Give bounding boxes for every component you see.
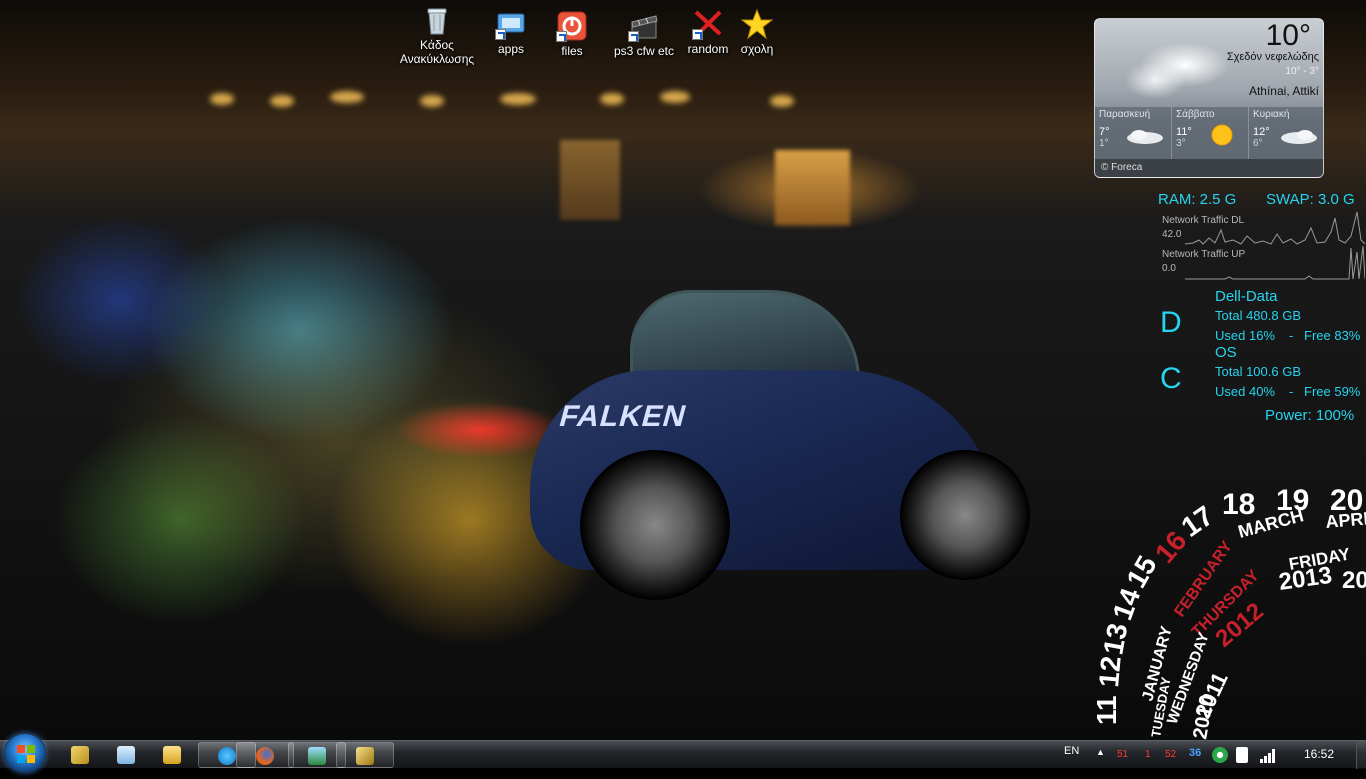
notepad-icon bbox=[117, 746, 135, 764]
power-level: Power: 100% bbox=[1265, 407, 1355, 424]
calendar-year: 2013 bbox=[1277, 562, 1334, 596]
clock[interactable]: 16:52 bbox=[1304, 747, 1334, 761]
taskbar-folder[interactable] bbox=[144, 742, 202, 768]
show-desktop-button[interactable] bbox=[1356, 741, 1366, 769]
taskbar-firefox[interactable] bbox=[236, 742, 294, 768]
drive-c-separator: - bbox=[1289, 384, 1294, 399]
calendar-day-number: 18 bbox=[1222, 488, 1255, 521]
weather-temperature: 10° bbox=[1265, 19, 1311, 52]
language-indicator[interactable]: EN bbox=[1064, 745, 1079, 757]
clapper-shortcut-icon bbox=[628, 10, 660, 42]
show-hidden-icons-button[interactable]: ▲ bbox=[1096, 747, 1105, 757]
wallpaper-car: FALKEN bbox=[520, 290, 1030, 620]
tray-counter[interactable]: 1 bbox=[1145, 749, 1151, 760]
weather-location[interactable]: Athínai, Attikí bbox=[1249, 84, 1319, 98]
tray-counter[interactable]: 51 bbox=[1117, 749, 1128, 760]
drive-d-name: Dell-Data bbox=[1215, 288, 1278, 305]
tray-counter[interactable]: 36 bbox=[1189, 747, 1201, 759]
drive-d-used: Used 16% bbox=[1215, 328, 1275, 343]
drive-d-free: Free 83% bbox=[1304, 328, 1361, 343]
weather-range: 10° - 3° bbox=[1285, 66, 1319, 77]
drive-c-name: OS bbox=[1215, 344, 1237, 361]
drive-c-total: Total 100.6 GB bbox=[1215, 364, 1301, 379]
folder-icon bbox=[163, 746, 181, 764]
forecast-day-name: Κυριακή bbox=[1253, 109, 1290, 120]
desktop: FALKEN Κάδος Ανακύκλωσης apps files ps3 … bbox=[0, 0, 1366, 740]
forecast-day-name: Παρασκευή bbox=[1099, 109, 1151, 120]
weather-description: Σχεδόν νεφελώδης bbox=[1226, 51, 1319, 63]
net-dl-graph bbox=[1185, 211, 1365, 245]
tray-app-icon[interactable] bbox=[1212, 747, 1228, 763]
windows-logo-icon bbox=[17, 745, 35, 763]
forecast-day: Σάββατο 11° 3° bbox=[1172, 107, 1249, 159]
drive-d-total: Total 480.8 GB bbox=[1215, 308, 1301, 323]
drive-d-separator: - bbox=[1289, 328, 1294, 343]
net-up-value: 0.0 bbox=[1162, 263, 1176, 274]
ram-usage: RAM: 2.5 G bbox=[1158, 191, 1237, 208]
desktop-icon-label: σχολη bbox=[740, 42, 774, 56]
calendar-day-number: 12 bbox=[1093, 655, 1127, 689]
drive-c-used: Used 40% bbox=[1215, 384, 1275, 399]
net-dl-value: 42.0 bbox=[1162, 229, 1182, 240]
signal-strength-icon[interactable] bbox=[1260, 747, 1278, 763]
desktop-icon-sxoli[interactable]: σχολη bbox=[715, 8, 799, 56]
files-shortcut-icon bbox=[556, 10, 588, 42]
calendar-day-number: 11 bbox=[1091, 695, 1122, 725]
calendar-month: APRIL bbox=[1325, 507, 1366, 532]
tray-counter[interactable]: 52 bbox=[1165, 749, 1176, 760]
start-button[interactable] bbox=[4, 733, 46, 773]
calendar-year: 20 bbox=[1342, 567, 1366, 594]
calendar-day-number: 13 bbox=[1097, 621, 1133, 657]
windows-explorer-icon bbox=[71, 746, 89, 764]
star-folder-icon bbox=[740, 8, 774, 40]
calendar-spiral-widget: 18 19 20 17 16 15 14 13 12 11 MARCH APRI… bbox=[1090, 470, 1366, 740]
tray-app-icon[interactable] bbox=[1236, 747, 1248, 763]
weather-provider[interactable]: © Foreca bbox=[1095, 159, 1323, 177]
weather-gadget[interactable]: 10° Σχεδόν νεφελώδης 10° - 3° Athínai, A… bbox=[1094, 18, 1324, 178]
drive-c-free: Free 59% bbox=[1304, 384, 1361, 399]
tool-app-icon bbox=[356, 747, 374, 765]
weather-cloud-icon bbox=[1115, 25, 1245, 105]
swap-usage: SWAP: 3.0 G bbox=[1266, 191, 1355, 208]
forecast-day: Κυριακή 12° 6° bbox=[1249, 107, 1323, 159]
weather-forecast: Παρασκευή 7° 1° Σάββατο 11° 3° Κυριακή 1… bbox=[1095, 107, 1323, 159]
network-app-icon bbox=[308, 747, 326, 765]
desktop-icon-label: Κάδος Ανακύκλωσης bbox=[399, 38, 475, 66]
desktop-icon-recycle-bin[interactable]: Κάδος Ανακύκλωσης bbox=[395, 4, 479, 66]
forecast-day: Παρασκευή 7° 1° bbox=[1095, 107, 1172, 159]
folder-shortcut-icon bbox=[495, 8, 527, 40]
skype-icon bbox=[218, 747, 236, 765]
drive-d-letter: D bbox=[1160, 306, 1182, 339]
sun-icon bbox=[1210, 123, 1234, 152]
recycle-bin-icon bbox=[421, 4, 453, 36]
wallpaper-city-lights bbox=[180, 85, 880, 115]
firefox-icon bbox=[256, 747, 274, 765]
cloud-icon bbox=[1279, 129, 1319, 150]
wallpaper-building bbox=[775, 150, 850, 225]
calendar-day-number: 15 bbox=[1120, 551, 1162, 593]
forecast-day-name: Σάββατο bbox=[1176, 109, 1215, 120]
cloud-icon bbox=[1125, 129, 1165, 150]
taskbar-tool-app[interactable] bbox=[336, 742, 394, 768]
drive-c-letter: C bbox=[1160, 362, 1182, 395]
taskbar: EN ▲ 51 1 52 36 16:52 bbox=[0, 733, 1366, 773]
net-up-graph bbox=[1185, 245, 1365, 280]
calendar-year: 2010 bbox=[1189, 693, 1218, 740]
